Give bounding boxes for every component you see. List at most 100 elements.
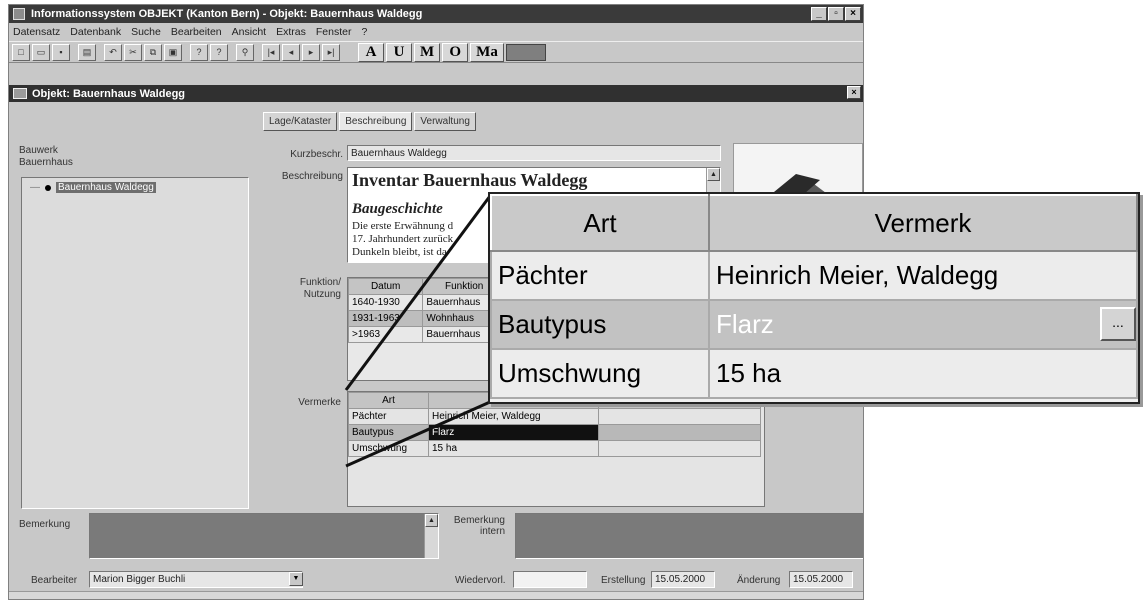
vermerke-cell-selected[interactable]: Flarz — [428, 424, 599, 441]
menu-ansicht[interactable]: Ansicht — [232, 26, 266, 38]
table-row[interactable]: Pächter Heinrich Meier, Waldegg — [348, 408, 761, 425]
menu-suche[interactable]: Suche — [131, 26, 161, 38]
table-row[interactable]: Umschwung 15 ha — [348, 440, 761, 457]
kurzbeschr-field[interactable]: Bauernhaus Waldegg — [347, 145, 721, 161]
undo-icon[interactable]: ↶ — [104, 43, 122, 61]
tree-heading-bauwerk: Bauwerk — [19, 145, 58, 156]
ellipsis-button[interactable]: ... — [1100, 307, 1136, 341]
print-icon[interactable]: ▤ — [78, 43, 96, 61]
table-row: Pächter Heinrich Meier, Waldegg — [490, 250, 1138, 301]
bemerkung-intern-label: Bemerkung intern — [453, 515, 505, 537]
erstellung-label: Erstellung — [601, 575, 646, 586]
menu-help[interactable]: ? — [361, 26, 367, 38]
menu-extras[interactable]: Extras — [276, 26, 306, 38]
menu-bearbeiten[interactable]: Bearbeiten — [171, 26, 222, 38]
vermerke-cell[interactable]: 15 ha — [428, 440, 599, 457]
title-bar: Informationssystem OBJEKT (Kanton Bern) … — [9, 5, 863, 23]
tab-lage-kataster[interactable]: Lage/Kataster — [263, 112, 338, 131]
form-icon — [13, 88, 27, 99]
copy-icon[interactable]: ⧉ — [144, 43, 162, 61]
bullet-icon — [45, 184, 51, 191]
bemerkung-label: Bemerkung — [19, 519, 71, 530]
zoom-cell: Pächter — [490, 250, 710, 301]
scroll-up-icon[interactable]: ▲ — [425, 514, 438, 527]
funktion-header-datum[interactable]: Datum — [348, 278, 424, 295]
child-close-button[interactable]: × — [847, 86, 861, 99]
description-title: Inventar Bauernhaus Waldegg — [352, 170, 588, 190]
zoom-header-art: Art — [490, 194, 710, 252]
vermerke-header-art[interactable]: Art — [348, 392, 429, 409]
toolbar-button-ma[interactable]: Ma — [470, 42, 504, 62]
table-row[interactable]: Bautypus Flarz — [348, 424, 761, 441]
next-record-icon[interactable]: ▸ — [302, 43, 320, 61]
prev-record-icon[interactable]: ◂ — [282, 43, 300, 61]
bearbeiter-label: Bearbeiter — [31, 575, 78, 586]
app-icon — [13, 8, 25, 20]
bemerkung-field[interactable]: ▲ — [89, 513, 439, 559]
color-swatch[interactable] — [505, 43, 546, 61]
wiedervorl-field[interactable] — [513, 571, 587, 588]
menu-bar: Datensatz Datenbank Suche Bearbeiten Ans… — [9, 24, 863, 40]
horizontal-scrollbar[interactable] — [9, 591, 863, 599]
table-row[interactable]: >1963 Bauernhaus — [348, 326, 506, 343]
child-window-title-bar: Objekt: Bauernhaus Waldegg × — [9, 85, 863, 102]
vermerke-cell[interactable]: Heinrich Meier, Waldegg — [428, 408, 599, 425]
toolbar-button-o[interactable]: O — [442, 42, 469, 62]
erstellung-field: 15.05.2000 — [651, 571, 715, 588]
scroll-up-icon[interactable]: ▲ — [707, 168, 720, 181]
table-row: Bautypus Flarz ... — [490, 299, 1138, 350]
help-icon[interactable]: ? — [190, 43, 208, 61]
bemerkung-scrollbar[interactable]: ▲ — [424, 514, 438, 558]
vermerke-cell[interactable]: Umschwung — [348, 440, 429, 457]
zoom-cell: 15 ha — [708, 348, 1138, 399]
first-record-icon[interactable]: |◂ — [262, 43, 280, 61]
table-row[interactable]: 1640-1930 Bauernhaus — [348, 294, 506, 311]
tab-bar: Lage/Kataster Beschreibung Verwaltung — [263, 112, 476, 131]
funktion-cell[interactable]: >1963 — [348, 326, 424, 343]
toolbar-button-m[interactable]: M — [414, 42, 441, 62]
wiedervorl-label: Wiedervorl. — [455, 575, 506, 586]
close-button[interactable]: × — [845, 7, 861, 21]
tree-item[interactable]: — Bauernhaus Waldegg — [30, 182, 156, 193]
window-title: Informationssystem OBJEKT (Kanton Bern) … — [31, 8, 423, 20]
tab-beschreibung[interactable]: Beschreibung — [339, 112, 413, 131]
tree-item-label: Bauernhaus Waldegg — [56, 182, 156, 193]
bemerkung-intern-field[interactable] — [515, 513, 863, 559]
funktion-grid[interactable]: Datum Funktion 1640-1930 Bauernhaus 1931… — [347, 277, 507, 381]
kurzbeschr-label: Kurzbeschr. — [290, 149, 343, 160]
vermerke-cell[interactable]: Pächter — [348, 408, 429, 425]
vermerke-grid[interactable]: Art Vermerk Pächter Heinrich Meier, Wald… — [347, 391, 765, 507]
cut-icon[interactable]: ✂ — [124, 43, 142, 61]
minimize-button[interactable]: _ — [811, 7, 827, 21]
aenderung-field: 15.05.2000 — [789, 571, 853, 588]
zoom-cell: Umschwung — [490, 348, 710, 399]
maximize-button[interactable]: ▫ — [828, 7, 844, 21]
chevron-down-icon[interactable]: ▼ — [289, 572, 303, 586]
funktion-cell[interactable]: 1640-1930 — [348, 294, 424, 311]
zoom-cell-selected: Flarz ... — [708, 299, 1138, 350]
table-row[interactable]: 1931-1963 Wohnhaus — [348, 310, 506, 327]
menu-datensatz[interactable]: Datensatz — [13, 26, 60, 38]
toolbar-button-a[interactable]: A — [358, 42, 384, 62]
menu-fenster[interactable]: Fenster — [316, 26, 352, 38]
binoculars-icon[interactable]: ⚲ — [236, 43, 254, 61]
vermerke-cell[interactable]: Bautypus — [348, 424, 429, 441]
new-icon[interactable]: □ — [12, 43, 30, 61]
tab-verwaltung[interactable]: Verwaltung — [414, 112, 476, 131]
zoom-cell: Bautypus — [490, 299, 710, 350]
funktion-cell[interactable]: 1931-1963 — [348, 310, 424, 327]
context-help-icon[interactable]: ? — [210, 43, 228, 61]
zoom-cell: Heinrich Meier, Waldegg — [708, 250, 1138, 301]
child-window-title: Objekt: Bauernhaus Waldegg — [32, 87, 186, 100]
toolbar-button-u[interactable]: U — [386, 42, 412, 62]
bearbeiter-combo[interactable]: Marion Bigger Buchli — [89, 571, 303, 588]
open-icon[interactable]: ▭ — [32, 43, 50, 61]
aenderung-label: Änderung — [737, 575, 781, 586]
last-record-icon[interactable]: ▸| — [322, 43, 340, 61]
save-icon[interactable]: ▪ — [52, 43, 70, 61]
paste-icon[interactable]: ▣ — [164, 43, 182, 61]
menu-datenbank[interactable]: Datenbank — [70, 26, 121, 38]
object-tree[interactable]: — Bauernhaus Waldegg — [21, 177, 249, 509]
toolbar: □ ▭ ▪ ▤ ↶ ✂ ⧉ ▣ ? ? ⚲ |◂ ◂ ▸ ▸| A U M O … — [9, 41, 863, 63]
zoom-cell-value: Flarz — [716, 309, 774, 339]
